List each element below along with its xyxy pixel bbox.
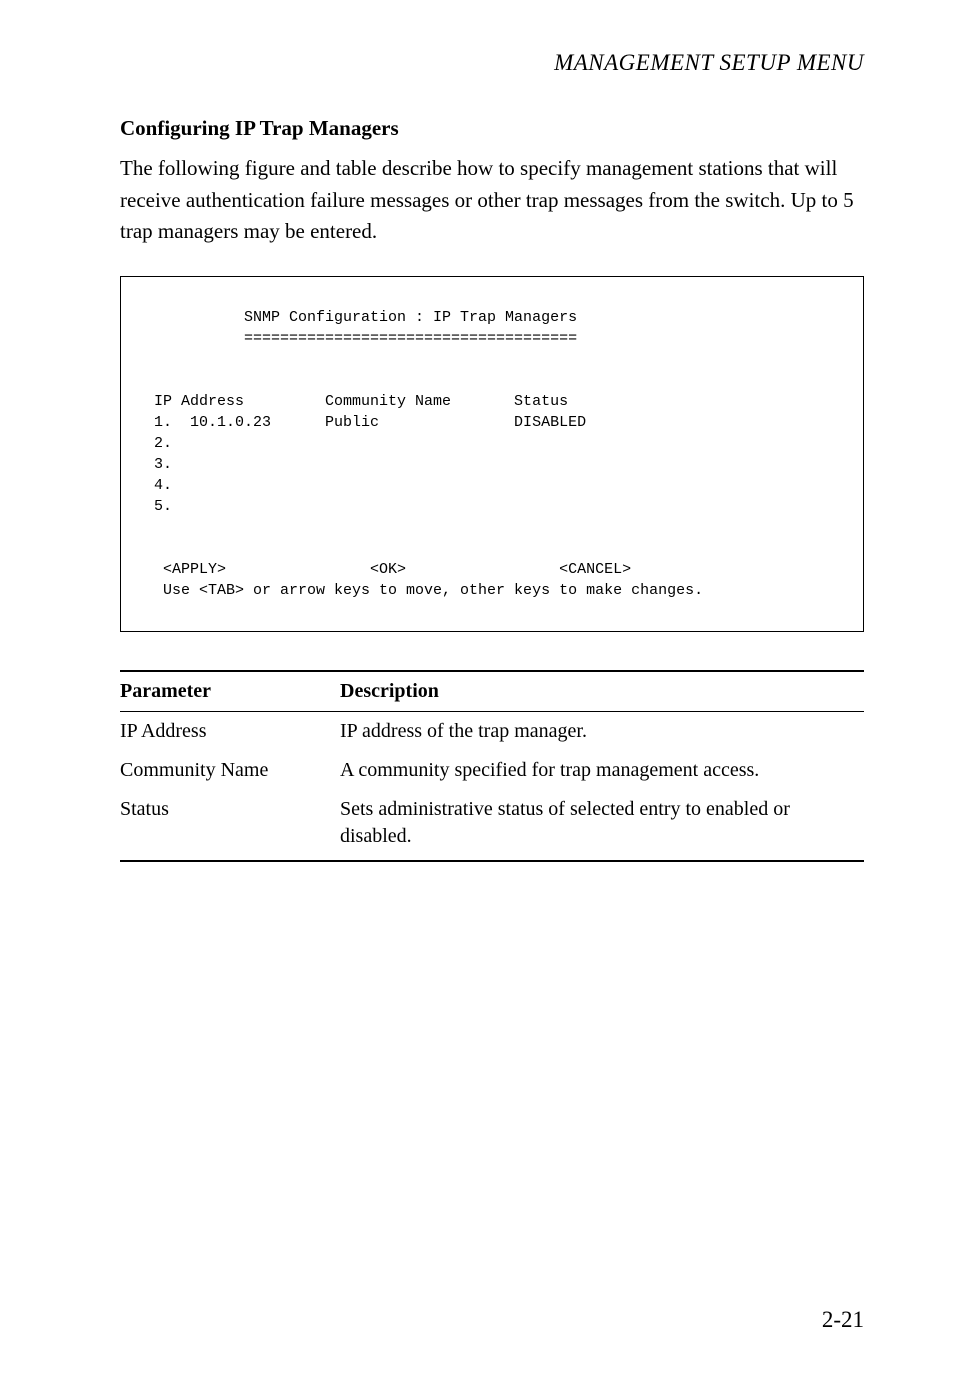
terminal-underline: ===================================== <box>145 330 577 347</box>
page-header-title: MANAGEMENT SETUP MENU <box>120 50 864 76</box>
table-header-parameter: Parameter <box>120 671 340 712</box>
desc-cell: Sets administrative status of selected e… <box>340 790 864 861</box>
section-heading: Configuring IP Trap Managers <box>120 116 864 141</box>
param-cell: IP Address <box>120 711 340 751</box>
table-row: IP Address IP address of the trap manage… <box>120 711 864 751</box>
terminal-title: SNMP Configuration : IP Trap Managers <box>145 309 577 326</box>
terminal-row-5: 5. <box>145 498 172 515</box>
desc-cell: A community specified for trap managemen… <box>340 751 864 790</box>
terminal-hint-line: Use <TAB> or arrow keys to move, other k… <box>145 582 703 599</box>
param-cell: Community Name <box>120 751 340 790</box>
terminal-row-1: 1. 10.1.0.23 Public DISABLED <box>145 414 586 431</box>
param-cell: Status <box>120 790 340 861</box>
terminal-output-box: SNMP Configuration : IP Trap Managers ==… <box>120 276 864 632</box>
table-row: Status Sets administrative status of sel… <box>120 790 864 861</box>
terminal-row-3: 3. <box>145 456 172 473</box>
terminal-row-4: 4. <box>145 477 172 494</box>
table-row: Community Name A community specified for… <box>120 751 864 790</box>
parameter-table: Parameter Description IP Address IP addr… <box>120 670 864 862</box>
terminal-buttons-line: <APPLY> <OK> <CANCEL> <box>145 561 631 578</box>
table-header-description: Description <box>340 671 864 712</box>
desc-cell: IP address of the trap manager. <box>340 711 864 751</box>
page-number: 2-21 <box>822 1307 864 1333</box>
intro-paragraph: The following figure and table describe … <box>120 153 864 248</box>
terminal-column-headers: IP Address Community Name Status <box>145 393 568 410</box>
terminal-row-2: 2. <box>145 435 172 452</box>
table-header-row: Parameter Description <box>120 671 864 712</box>
